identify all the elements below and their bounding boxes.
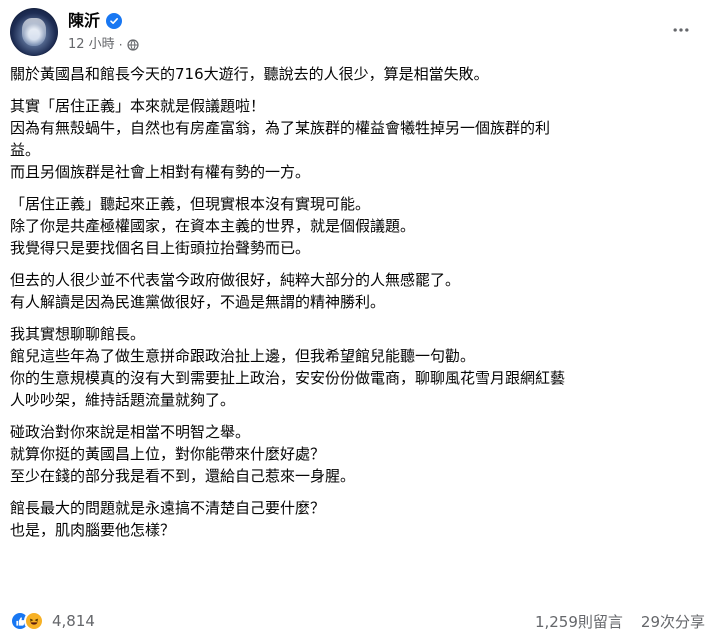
globe-icon[interactable] [126,39,139,51]
text-line: 因為有無殼蝸牛，自然也有房產富翁，為了某族群的權益會犧牲掉另一個族群的利 [10,119,551,137]
post-time[interactable]: 12 小時 [68,37,115,53]
post-header: 陳沂 12 小時 · [10,8,705,58]
text-line: 有人解讀是因為民進黨做很好，不過是無謂的精神勝利。 [10,293,386,311]
post-body: 關於黃國昌和館長今天的716大遊行，聽說去的人很少，算是相當失敗。 其實「居住正… [10,63,695,551]
engagement-counts: 1,259則留言 29次分享 [535,611,705,632]
author-name-row: 陳沂 [68,11,123,31]
meta-separator: · [118,38,123,52]
paragraph-3: 「居住正義」聽起來正義，但現實根本沒有實現可能。 除了你是共產極權國家，在資本主… [10,193,695,259]
avatar[interactable] [10,8,58,56]
text-line: 也是，肌肉腦要他怎樣？ [10,521,176,539]
text-line: 館長最大的問題就是永遠搞不清楚自己要什麼？ [10,499,326,517]
post-meta: 12 小時 · [68,37,139,53]
verified-icon [106,13,123,29]
paragraph-5: 我其實想聊聊館長。 館兒這些年為了做生意拼命跟政治扯上邊，但我希望館兒能聽一句勸… [10,323,695,411]
text-line: 但去的人很少並不代表當今政府做很好，純粹大部分的人無感罷了。 [10,271,461,289]
paragraph-6: 碰政治對你來說是相當不明智之舉。 就算你挺的黃國昌上位，對你能帶來什麼好處？ 至… [10,421,695,487]
facebook-post: 陳沂 12 小時 · 關於黃國昌和館長今天的716大遊行，聽說去的人很少，算是相… [0,0,715,644]
text-line: 館兒這些年為了做生意拼命跟政治扯上邊，但我希望館兒能聽一句勸。 [10,347,476,365]
paragraph-1: 關於黃國昌和館長今天的716大遊行，聽說去的人很少，算是相當失敗。 [10,63,695,85]
shares-count[interactable]: 29次分享 [641,611,705,632]
text-line: 關於黃國昌和館長今天的716大遊行，聽說去的人很少，算是相當失敗。 [10,65,489,83]
text-line: 我其實想聊聊館長。 [10,325,146,343]
reactions-summary[interactable]: 4,814 [10,611,95,631]
paragraph-4: 但去的人很少並不代表當今政府做很好，純粹大部分的人無感罷了。 有人解讀是因為民進… [10,269,695,313]
text-line: 我覺得只是要找個名目上街頭拉抬聲勢而已。 [10,239,311,257]
paragraph-7: 館長最大的問題就是永遠搞不清楚自己要什麼？ 也是，肌肉腦要他怎樣？ [10,497,695,541]
text-line: 益。 [10,141,41,159]
paragraph-2: 其實「居住正義」本來就是假議題啦！ 因為有無殼蝸牛，自然也有房產富翁，為了某族群… [10,95,695,183]
haha-reaction-icon [24,611,44,631]
text-line: 碰政治對你來說是相當不明智之舉。 [10,423,251,441]
text-line: 「居住正義」聽起來正義，但現實根本沒有實現可能。 [10,195,371,213]
text-line: 除了你是共產極權國家，在資本主義的世界，就是個假議題。 [10,217,416,235]
author-name[interactable]: 陳沂 [68,11,100,31]
text-line: 就算你挺的黃國昌上位，對你能帶來什麼好處？ [10,445,326,463]
text-line: 人吵吵架，維持話題流量就夠了。 [10,391,236,409]
text-line: 其實「居住正義」本來就是假議題啦！ [10,97,266,115]
reaction-count: 4,814 [52,612,95,630]
comments-count[interactable]: 1,259則留言 [535,611,623,632]
post-footer: 4,814 1,259則留言 29次分享 [10,611,705,635]
text-line: 你的生意規模真的沒有大到需要扯上政治，安安份份做電商，聊聊風花雪月跟網紅藝 [10,369,566,387]
more-options-icon[interactable] [669,18,693,42]
text-line: 至少在錢的部分我是看不到，還給自己惹來一身腥。 [10,467,356,485]
text-line: 而且另個族群是社會上相對有權有勢的一方。 [10,163,311,181]
